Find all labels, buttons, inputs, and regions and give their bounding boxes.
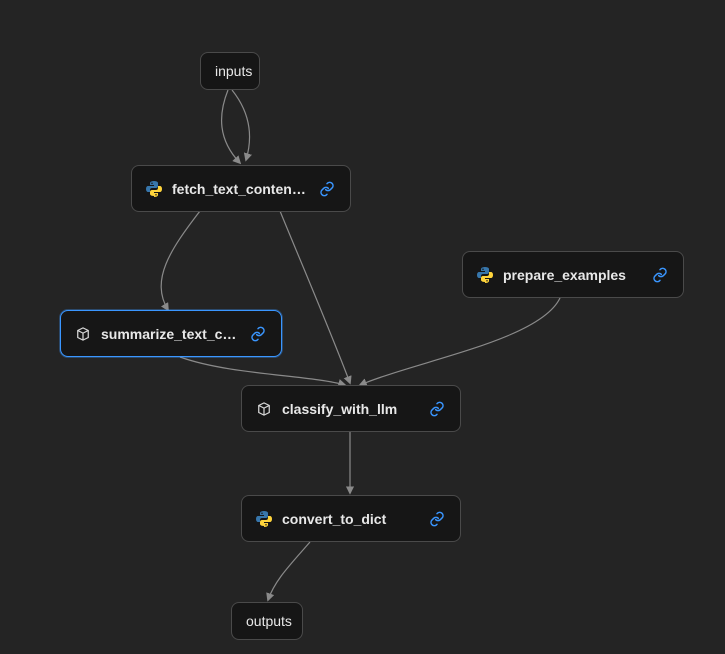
node-convert-to-dict[interactable]: convert_to_dict — [241, 495, 461, 542]
python-icon — [477, 267, 493, 283]
cube-icon — [75, 326, 91, 342]
node-label: prepare_examples — [503, 267, 641, 283]
link-icon[interactable] — [249, 325, 267, 343]
node-label: fetch_text_content_fro… — [172, 181, 308, 197]
node-label: outputs — [246, 613, 292, 629]
node-label: summarize_text_content — [101, 326, 239, 342]
node-prepare-examples[interactable]: prepare_examples — [462, 251, 684, 298]
link-icon[interactable] — [428, 510, 446, 528]
flow-canvas[interactable]: inputs fetch_text_content_fro… prepare_e… — [0, 0, 725, 654]
node-label: classify_with_llm — [282, 401, 418, 417]
link-icon[interactable] — [651, 266, 669, 284]
python-icon — [146, 181, 162, 197]
node-inputs[interactable]: inputs — [200, 52, 260, 90]
cube-icon — [256, 401, 272, 417]
node-summarize-text-content[interactable]: summarize_text_content — [60, 310, 282, 357]
link-icon[interactable] — [318, 180, 336, 198]
link-icon[interactable] — [428, 400, 446, 418]
python-icon — [256, 511, 272, 527]
node-label: inputs — [215, 63, 252, 79]
node-fetch-text-content[interactable]: fetch_text_content_fro… — [131, 165, 351, 212]
node-classify-with-llm[interactable]: classify_with_llm — [241, 385, 461, 432]
node-label: convert_to_dict — [282, 511, 418, 527]
node-outputs[interactable]: outputs — [231, 602, 303, 640]
